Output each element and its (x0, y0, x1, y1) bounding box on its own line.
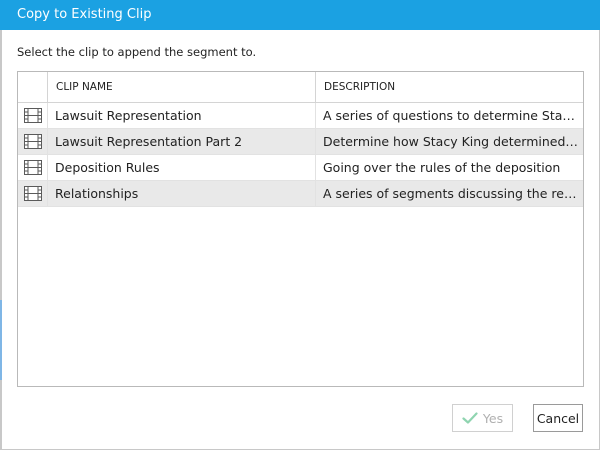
row-icon-cell (18, 129, 48, 154)
table-row[interactable]: Relationships A series of segments discu… (18, 181, 583, 207)
cancel-button[interactable]: Cancel (533, 404, 583, 432)
row-icon-cell (18, 155, 48, 180)
table-row[interactable]: Lawsuit Representation Part 2 Determine … (18, 129, 583, 155)
clip-grid[interactable]: CLIP NAME DESCRIPTION Lawsuit Representa… (17, 71, 584, 387)
header-clip-name[interactable]: CLIP NAME (48, 72, 316, 102)
check-icon (462, 412, 478, 424)
row-icon-cell (18, 181, 48, 206)
table-row[interactable]: Lawsuit Representation A series of quest… (18, 103, 583, 129)
dialog-title: Copy to Existing Clip (17, 7, 152, 22)
film-icon (24, 108, 42, 123)
row-description: Going over the rules of the deposition (323, 160, 561, 175)
header-description[interactable]: DESCRIPTION (316, 72, 583, 102)
row-icon-cell (18, 103, 48, 128)
row-clip-name: Lawsuit Representation (48, 103, 316, 128)
yes-button[interactable]: Yes (452, 404, 513, 432)
row-clip-name: Relationships (48, 181, 316, 206)
dialog-title-bar[interactable]: Copy to Existing Clip (0, 0, 600, 30)
row-description: A series of questions to determine Stacy… (323, 108, 583, 123)
yes-button-label: Yes (482, 410, 504, 426)
cancel-button-label: Cancel (536, 410, 580, 426)
window-left-edge-accent (0, 300, 2, 380)
window-left-edge (0, 30, 2, 450)
table-row[interactable]: Deposition Rules Going over the rules of… (18, 155, 583, 181)
grid-header: CLIP NAME DESCRIPTION (18, 72, 583, 103)
film-icon (24, 160, 42, 175)
row-clip-name: Deposition Rules (48, 155, 316, 180)
film-icon (24, 134, 42, 149)
row-clip-name: Lawsuit Representation Part 2 (48, 129, 316, 154)
row-description: Determine how Stacy King determined t... (323, 134, 583, 149)
row-description: A series of segments discussing the rela… (323, 186, 583, 201)
header-icon-column (18, 72, 48, 102)
instruction-text: Select the clip to append the segment to… (17, 45, 257, 59)
film-icon (24, 186, 42, 201)
copy-to-existing-clip-dialog: Copy to Existing Clip Select the clip to… (0, 0, 600, 450)
